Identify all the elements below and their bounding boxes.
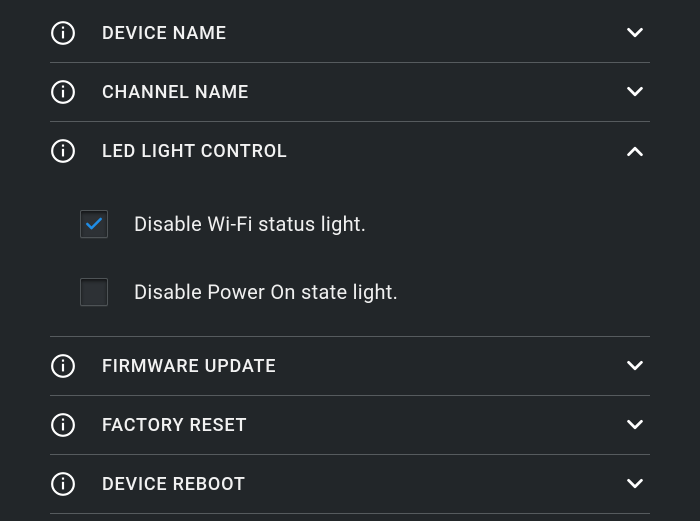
row-channel-name[interactable]: CHANNEL NAME (50, 63, 650, 122)
row-label: LED LIGHT CONTROL (102, 141, 620, 162)
row-label: DEVICE NAME (102, 23, 620, 44)
chevron-down-icon (620, 351, 650, 381)
led-light-control-panel: Disable Wi-Fi status light. Disable Powe… (50, 180, 650, 337)
chevron-down-icon (620, 469, 650, 499)
option-disable-power-light[interactable]: Disable Power On state light. (80, 278, 650, 306)
info-icon (50, 20, 76, 46)
info-icon (50, 353, 76, 379)
row-firmware-update[interactable]: FIRMWARE UPDATE (50, 337, 650, 396)
row-partial[interactable] (50, 514, 650, 521)
option-label: Disable Wi-Fi status light. (134, 212, 366, 236)
row-factory-reset[interactable]: FACTORY RESET (50, 396, 650, 455)
info-icon (50, 412, 76, 438)
row-device-name[interactable]: DEVICE NAME (50, 0, 650, 63)
settings-list: DEVICE NAME CHANNEL NAME LED LIGHT CONTR… (0, 0, 700, 521)
row-label: FACTORY RESET (102, 415, 620, 436)
row-label: DEVICE REBOOT (102, 474, 620, 495)
row-device-reboot[interactable]: DEVICE REBOOT (50, 455, 650, 514)
option-label: Disable Power On state light. (134, 280, 398, 304)
chevron-down-icon (620, 18, 650, 48)
checkbox-checked-icon (80, 210, 108, 238)
info-icon (50, 79, 76, 105)
chevron-up-icon (620, 136, 650, 166)
info-icon (50, 471, 76, 497)
checkbox-unchecked-icon (80, 278, 108, 306)
option-disable-wifi-light[interactable]: Disable Wi-Fi status light. (80, 210, 650, 238)
info-icon (50, 138, 76, 164)
chevron-down-icon (620, 410, 650, 440)
chevron-down-icon (620, 77, 650, 107)
row-label: CHANNEL NAME (102, 82, 620, 103)
row-label: FIRMWARE UPDATE (102, 356, 620, 377)
row-led-light-control[interactable]: LED LIGHT CONTROL (50, 122, 650, 180)
